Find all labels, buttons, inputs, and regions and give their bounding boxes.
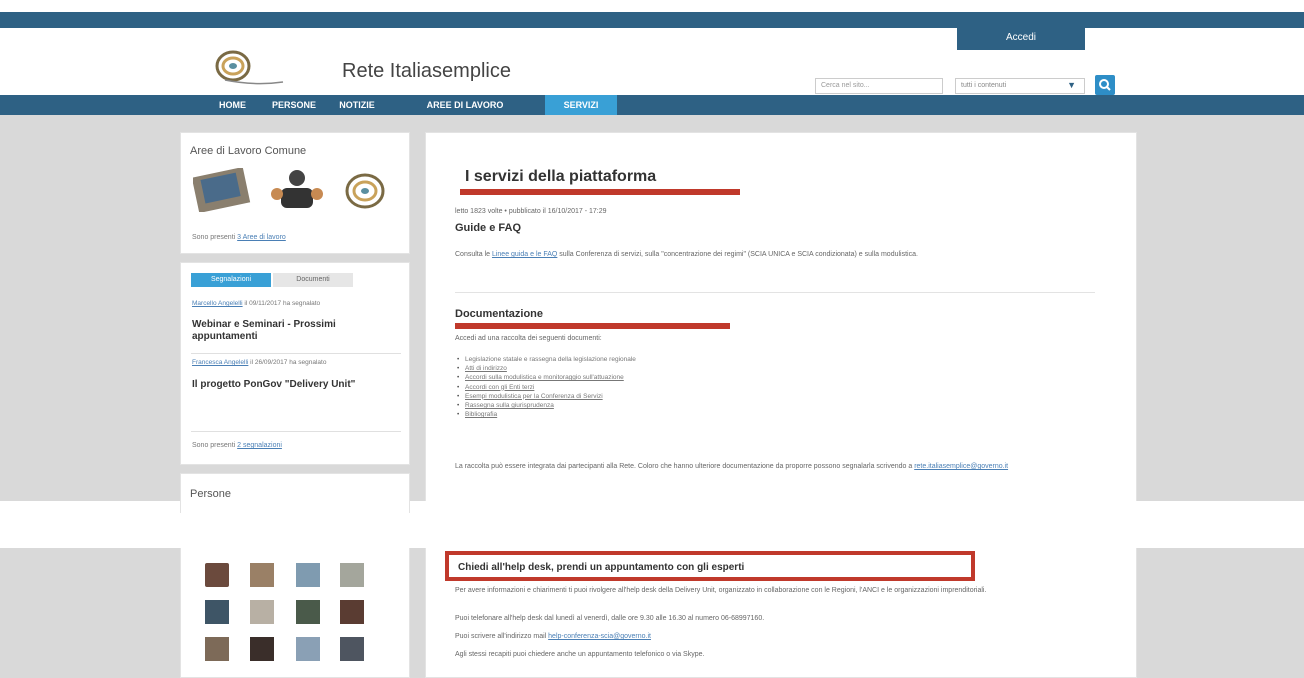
helpdesk-email-text: Puoi scrivere all'indirizzo mail: [455, 633, 549, 640]
area-thumbnail-3[interactable]: [343, 171, 387, 211]
persone-title: Persone: [190, 488, 231, 500]
aree-count: Sono presenti 3 Aree di lavoro: [192, 233, 286, 242]
article-meta: letto 1823 volte • pubblicato il 16/10/2…: [455, 208, 607, 215]
aree-title: Aree di Lavoro Comune: [190, 145, 307, 157]
person-avatar[interactable]: [205, 563, 229, 587]
search-scope-select[interactable]: tutti i contenuti ▼: [955, 78, 1085, 94]
nav-persone[interactable]: PERSONE: [263, 95, 325, 115]
report-meta: Francesca Angelelli il 26/09/2017 ha seg…: [192, 358, 392, 367]
search-button[interactable]: [1095, 75, 1115, 95]
area-thumbnail-1[interactable]: [193, 168, 253, 212]
doc-item[interactable]: Esempi modulistica per la Conferenza di …: [455, 392, 636, 401]
doc-item[interactable]: Bibliografia: [455, 410, 636, 419]
doc-intro: Accedi ad una raccolta dei seguenti docu…: [455, 335, 602, 342]
report-title[interactable]: Webinar e Seminari - Prossimi appuntamen…: [192, 319, 397, 343]
report-title[interactable]: Il progetto PonGov "Delivery Unit": [192, 379, 397, 391]
person-avatar[interactable]: [340, 637, 364, 661]
helpdesk-phone: Puoi telefonare all'help desk dal lunedì…: [455, 615, 765, 622]
person-avatar[interactable]: [296, 563, 320, 587]
nav-servizi[interactable]: SERVIZI: [545, 95, 617, 115]
doc-item[interactable]: Rassegna sulla giurisprudenza: [455, 401, 636, 410]
person-avatar[interactable]: [340, 600, 364, 624]
helpdesk-heading: Chiedi all'help desk, prendi un appuntam…: [458, 562, 745, 573]
report-author-link[interactable]: Francesca Angelelli: [192, 359, 248, 366]
site-title[interactable]: Rete Italiasemplice: [342, 60, 511, 83]
person-avatar[interactable]: [205, 600, 229, 624]
guide-text: Consulta le Linee guida e le FAQ sulla C…: [455, 250, 1095, 260]
report-meta: Marcello Angelelli il 09/11/2017 ha segn…: [192, 299, 392, 308]
main-navbar: HOME PERSONE NOTIZIE AREE DI LAVORO SERV…: [0, 95, 1304, 115]
nav-aree-di-lavoro[interactable]: AREE DI LAVORO: [389, 95, 541, 115]
tab-segnalazioni[interactable]: Segnalazioni: [191, 273, 271, 287]
login-button[interactable]: Accedi: [957, 28, 1085, 50]
page-title: I servizi della piattaforma: [465, 168, 657, 185]
nav-home[interactable]: HOME: [205, 95, 260, 115]
doc-note: La raccolta può essere integrata dai par…: [455, 462, 1105, 472]
reports-count-prefix: Sono presenti: [192, 442, 238, 449]
documentazione-heading: Documentazione: [455, 308, 544, 320]
person-avatar[interactable]: [250, 563, 274, 587]
guide-text-2: sulla Conferenza di servizi, sulla "conc…: [557, 251, 918, 258]
guide-heading: Guide e FAQ: [455, 222, 522, 234]
aree-count-prefix: Sono presenti: [192, 234, 238, 241]
doc-item[interactable]: Atti di indirizzo: [455, 364, 636, 373]
highlight-underline: [460, 189, 740, 195]
person-avatar[interactable]: [296, 637, 320, 661]
tab-documenti[interactable]: Documenti: [273, 273, 353, 287]
doc-item[interactable]: Legislazione statale e rassegna della le…: [455, 355, 636, 364]
doc-note-link[interactable]: rete.italiasemplice@governo.it: [914, 463, 1008, 470]
chevron-down-icon: ▼: [1067, 80, 1076, 90]
reports-count-link[interactable]: 2 segnalazioni: [237, 442, 282, 449]
highlight-underline: [455, 323, 730, 329]
area-thumbnail-2[interactable]: [267, 168, 327, 212]
helpdesk-email-link[interactable]: help-conferenza-scia@governo.it: [548, 633, 651, 640]
helpdesk-appointment: Agli stessi recapiti puoi chiedere anche…: [455, 651, 705, 658]
divider: [455, 292, 1095, 293]
doc-note-text: La raccolta può essere integrata dai par…: [455, 463, 915, 470]
person-avatar[interactable]: [340, 563, 364, 587]
doc-item[interactable]: Accordi sulla modulistica e monitoraggio…: [455, 373, 636, 382]
aree-count-link[interactable]: 3 Aree di lavoro: [237, 234, 286, 241]
guide-text-1: Consulta le: [455, 251, 492, 258]
reports-count: Sono presenti 2 segnalazioni: [192, 441, 282, 450]
guide-link[interactable]: Linee guida e le FAQ: [492, 251, 557, 258]
report-meta-rest: il 09/11/2017 ha segnalato: [242, 300, 321, 307]
helpdesk-intro: Per avere informazioni e chiarimenti ti …: [455, 587, 987, 594]
report-author-link[interactable]: Marcello Angelelli: [192, 300, 243, 307]
aree-panel: Aree di Lavoro Comune Sono presenti 3 Ar…: [180, 132, 410, 254]
search-icon: [1099, 79, 1111, 91]
divider: [191, 353, 401, 354]
segnalazioni-panel: Segnalazioni Documenti Marcello Angelell…: [180, 262, 410, 465]
persone-panel: Persone: [180, 473, 410, 513]
divider: [191, 431, 401, 432]
doc-list: Legislazione statale e rassegna della le…: [455, 355, 636, 420]
report-meta-rest: il 26/09/2017 ha segnalato: [248, 359, 327, 366]
person-avatar[interactable]: [205, 637, 229, 661]
person-avatar[interactable]: [250, 637, 274, 661]
search-scope-value: tutti i contenuti: [961, 82, 1007, 89]
person-avatar[interactable]: [296, 600, 320, 624]
search-input[interactable]: Cerca nel sito...: [815, 78, 943, 94]
helpdesk-email: Puoi scrivere all'indirizzo mail help-co…: [455, 632, 1095, 642]
site-logo[interactable]: [205, 46, 285, 88]
top-bar: [0, 12, 1304, 28]
nav-notizie[interactable]: NOTIZIE: [327, 95, 387, 115]
person-avatar[interactable]: [250, 600, 274, 624]
doc-item[interactable]: Accordi con gli Enti terzi: [455, 383, 636, 392]
